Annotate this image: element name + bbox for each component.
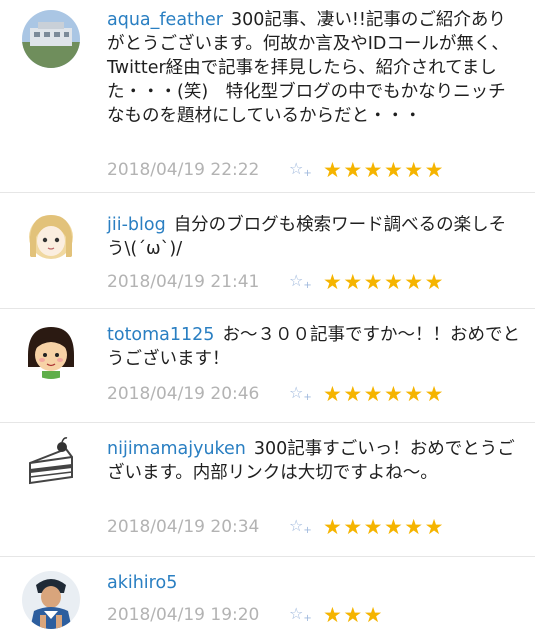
comment-text: akihiro5 [107,571,523,595]
cake-icon [29,437,73,485]
add-star-button[interactable]: ☆+ [289,271,323,293]
comment-text: aqua_feather 300記事、凄い!!記事のご紹介ありがとうございます。何… [107,8,523,128]
comment-item: jii-blog 自分のブログも検索ワード調べるの楽しそう\(´ω`)/ 2018… [0,193,535,309]
user-avatar[interactable] [22,321,80,379]
star-rating[interactable]: ★★★★★★ [323,515,445,539]
timestamp[interactable]: 2018/04/19 20:46 [107,384,289,404]
star-outline-icon: ☆ [289,382,304,402]
star-rating[interactable]: ★★★★★★ [323,270,445,294]
timestamp[interactable]: 2018/04/19 21:41 [107,272,289,292]
star-outline-icon: ☆ [289,270,304,290]
username-link[interactable]: nijimamajyuken [107,439,246,459]
comment-text: totoma1125 お～３００記事ですか～！！おめでとうございます！ [107,323,523,371]
comment-body: 自分のブログも検索ワード調べるの楽しそう\(´ω`)/ [107,215,507,259]
add-star-button[interactable]: ☆+ [289,516,323,538]
star-outline-icon: ☆ [289,158,304,178]
plus-icon: + [303,613,312,625]
add-star-button[interactable]: ☆+ [289,159,323,181]
comment-item: totoma1125 お～３００記事ですか～！！おめでとうございます！ 2018/… [0,309,535,423]
plus-icon: + [303,525,312,537]
star-rating[interactable]: ★★★ [323,603,384,627]
plus-icon: + [303,392,312,404]
user-avatar[interactable] [22,571,80,629]
comment-item: nijimamajyuken 300記事すごいっ！おめでとうございます。内部リンク… [0,423,535,557]
username-link[interactable]: akihiro5 [107,573,177,593]
photo-avatar [22,10,80,68]
comment-item: akihiro5 2018/04/19 19:20 ☆+ ★★★ [0,557,535,640]
bob-hair-avatar [28,327,74,379]
comment-item: aqua_feather 300記事、凄い!!記事のご紹介ありがとうございます。何… [0,0,535,193]
illustration-avatar [22,571,80,629]
user-avatar[interactable] [22,207,80,265]
timestamp[interactable]: 2018/04/19 20:34 [107,517,289,537]
timestamp[interactable]: 2018/04/19 19:20 [107,605,289,625]
username-link[interactable]: totoma1125 [107,325,214,345]
anime-girl-avatar [29,215,73,259]
comment-text: nijimamajyuken 300記事すごいっ！おめでとうございます。内部リンク… [107,437,523,485]
plus-icon: + [303,168,312,180]
username-link[interactable]: jii-blog [107,215,166,235]
star-rating[interactable]: ★★★★★★ [323,158,445,182]
user-avatar[interactable] [22,10,80,68]
plus-icon: + [303,280,312,292]
username-link[interactable]: aqua_feather [107,10,223,30]
star-outline-icon: ☆ [289,515,304,535]
star-rating[interactable]: ★★★★★★ [323,382,445,406]
star-outline-icon: ☆ [289,603,304,623]
user-avatar[interactable] [22,433,80,491]
add-star-button[interactable]: ☆+ [289,383,323,405]
timestamp[interactable]: 2018/04/19 22:22 [107,160,289,180]
add-star-button[interactable]: ☆+ [289,604,323,626]
comment-text: jii-blog 自分のブログも検索ワード調べるの楽しそう\(´ω`)/ [107,213,523,261]
